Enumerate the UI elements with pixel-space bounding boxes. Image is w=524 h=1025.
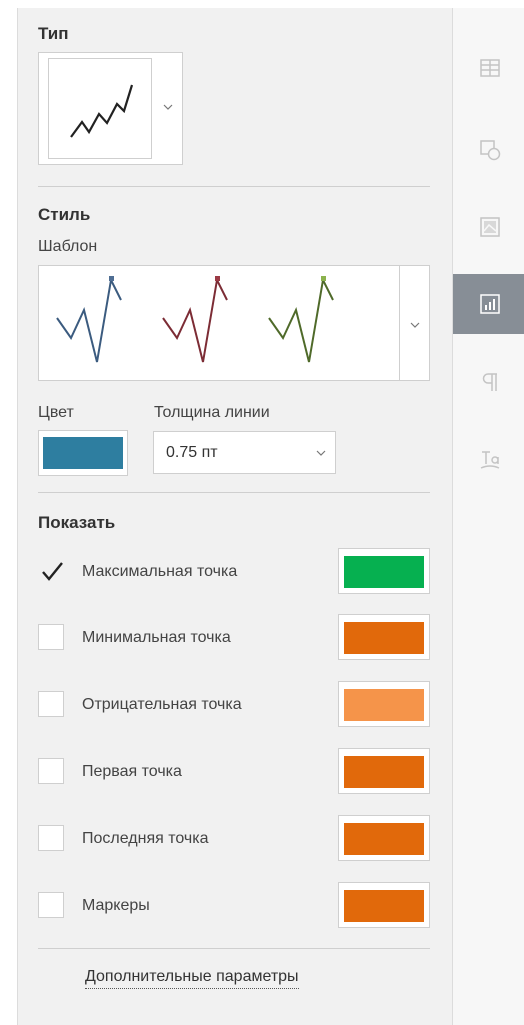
chevron-down-icon [316,450,326,456]
first-point-checkbox[interactable] [38,758,64,784]
text-art-settings-icon[interactable] [478,447,502,471]
shape-settings-icon[interactable] [478,138,502,162]
checkmark-icon [42,562,63,581]
type-section-title: Тип [38,24,69,43]
color-swatch [344,890,424,922]
chevron-down-icon[interactable] [161,100,175,114]
min-point-color-button[interactable] [338,614,430,660]
max-point-checkbox[interactable] [38,558,64,584]
color-swatch [344,556,424,588]
negative-point-label: Отрицательная точка [82,696,242,713]
template-label: Шаблон [38,238,98,255]
sparkline-settings-window: Тип Стиль Шаблон Цвет Толщина линии 0.75… [0,0,524,1025]
line-weight-label: Толщина линии [154,404,270,421]
chevron-down-icon [410,322,420,328]
style-template-3[interactable] [261,270,361,376]
sparkline-color-button[interactable] [38,430,128,476]
style-template-2[interactable] [155,270,255,376]
max-point-color-button[interactable] [338,548,430,594]
negative-point-checkbox[interactable] [38,691,64,717]
divider [38,186,430,187]
line-sparkline-icon[interactable] [48,58,152,159]
color-swatch [344,622,424,654]
advanced-settings-link[interactable]: Дополнительные параметры [85,968,299,989]
negative-point-color-button[interactable] [338,681,430,727]
style-section-title: Стиль [38,205,91,224]
image-settings-icon[interactable] [478,215,502,239]
color-label: Цвет [38,404,74,421]
template-expand-button[interactable] [399,266,429,380]
first-point-color-button[interactable] [338,748,430,794]
show-section-title: Показать [38,513,116,532]
style-template-1[interactable] [49,270,149,376]
line-weight-value: 0.75 пт [166,444,218,461]
divider [38,948,430,949]
color-swatch [344,689,424,721]
line-weight-select[interactable]: 0.75 пт [153,431,336,474]
first-point-label: Первая точка [82,763,182,780]
color-swatch [43,437,123,469]
min-point-checkbox[interactable] [38,624,64,650]
paragraph-settings-icon[interactable] [478,370,502,394]
table-settings-icon[interactable] [478,56,502,80]
chart-settings-icon[interactable] [478,292,502,316]
markers-color-button[interactable] [338,882,430,928]
markers-checkbox[interactable] [38,892,64,918]
last-point-label: Последняя точка [82,830,209,847]
max-point-label: Максимальная точка [82,563,238,580]
markers-label: Маркеры [82,897,150,914]
last-point-checkbox[interactable] [38,825,64,851]
color-swatch [344,823,424,855]
style-template-gallery[interactable] [38,265,430,381]
color-swatch [344,756,424,788]
sparkline-type-dropdown[interactable] [38,52,183,165]
last-point-color-button[interactable] [338,815,430,861]
min-point-label: Минимальная точка [82,629,231,646]
divider [38,492,430,493]
